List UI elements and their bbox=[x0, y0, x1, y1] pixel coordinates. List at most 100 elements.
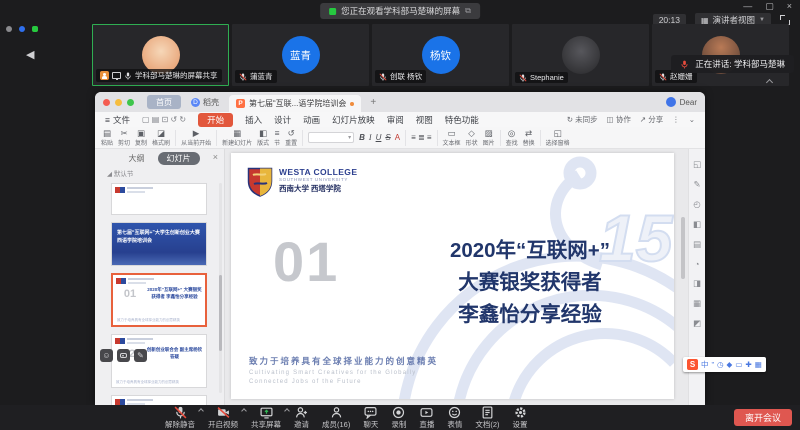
ribbon-tab-design[interactable]: 设计 bbox=[274, 114, 291, 126]
quick-access-icons[interactable]: ▢ ▤ ⊡ ↺ ↻ bbox=[142, 115, 186, 124]
voice-icon[interactable]: ◆ bbox=[727, 360, 733, 369]
mini-logo-icon bbox=[115, 187, 125, 193]
live-button[interactable]: 直播 bbox=[419, 406, 434, 430]
punctuation-icon[interactable]: ” bbox=[712, 360, 715, 369]
chat-quick-button[interactable] bbox=[117, 349, 130, 362]
wps-docer-tab[interactable]: D 稻壳 bbox=[186, 97, 224, 108]
find-button[interactable]: ◎查找 bbox=[506, 129, 518, 147]
close-button[interactable]: × bbox=[787, 1, 792, 12]
slide-thumbnail-2[interactable]: 2 第七届“互联网+”大学生创新创业大赛西语学院培训会 bbox=[111, 222, 207, 266]
sync-status[interactable]: ↻ 未同步 bbox=[567, 114, 598, 125]
ribbon-tab-special[interactable]: 特色功能 bbox=[445, 114, 479, 126]
picture-button[interactable]: ▨图片 bbox=[483, 129, 495, 147]
section-label[interactable]: ◢ 默认节 bbox=[107, 168, 224, 178]
slide-thumbnail-3-selected[interactable]: 3 01 2020年“互联网+” 大赛银奖获得者 李鑫怡分享经验 致力于培养具有… bbox=[111, 273, 207, 327]
selection-pane-button[interactable]: ◱选择窗格 bbox=[546, 129, 570, 147]
font-select[interactable]: ▾ bbox=[308, 132, 354, 143]
wps-document-tab[interactable]: P 第七届“互联...语学院培训会 bbox=[229, 95, 361, 112]
leave-meeting-button[interactable]: 离开会议 bbox=[734, 409, 792, 426]
ribbon-tab-slideshow[interactable]: 幻灯片放映 bbox=[332, 114, 375, 126]
copy-button[interactable]: ▣复制 bbox=[135, 129, 147, 147]
avatar: 蓝青 bbox=[282, 36, 320, 74]
minimize-button[interactable]: — bbox=[743, 1, 752, 12]
panel-close-button[interactable]: × bbox=[213, 152, 218, 162]
new-slide-button[interactable]: ▦新建幻灯片 bbox=[222, 129, 252, 147]
ribbon-tab-home[interactable]: 开始 bbox=[198, 113, 233, 127]
undo-panel-icon[interactable]: ◱ bbox=[693, 159, 701, 170]
share-screen-button[interactable]: 共享屏幕 bbox=[251, 406, 281, 430]
invite-button[interactable]: 邀请 bbox=[294, 406, 309, 430]
wps-home-tab[interactable]: 首页 bbox=[147, 95, 181, 109]
outline-tab[interactable]: 大纲 bbox=[120, 152, 154, 165]
play-from-current-button[interactable]: ▶从当前开始 bbox=[181, 129, 211, 147]
shapes-button[interactable]: ◇形状 bbox=[466, 129, 478, 147]
chart-icon[interactable]: ◔ bbox=[694, 259, 699, 269]
participant-tile[interactable]: 蓝青 蒲蓝青 bbox=[232, 24, 369, 86]
paste-button[interactable]: ▤粘贴 bbox=[101, 129, 113, 147]
participant-tile[interactable]: 杨钦 创联 杨钦 bbox=[372, 24, 509, 86]
skin-icon[interactable]: ✚ bbox=[745, 360, 751, 369]
history-icon[interactable]: ◴ bbox=[693, 199, 700, 210]
account-chip[interactable]: Dear bbox=[666, 97, 697, 107]
slide-thumbnail-1[interactable]: 1 bbox=[111, 183, 207, 215]
record-button[interactable]: 录制 bbox=[391, 406, 406, 430]
participant-label: 学科部马楚琳的屏幕共享 bbox=[96, 69, 222, 82]
chat-button[interactable]: 聊天 bbox=[363, 406, 378, 430]
edit-icon[interactable]: ✎ bbox=[693, 179, 700, 190]
new-tab-button[interactable]: + bbox=[370, 97, 376, 108]
properties-icon[interactable]: ◧ bbox=[693, 219, 701, 230]
chevron-up-icon[interactable] bbox=[241, 408, 247, 414]
input-method-bar[interactable]: S 中 ” ◷ ◆ ▭ ✚ ▦ bbox=[683, 357, 766, 372]
settings-button[interactable]: 设置 bbox=[513, 406, 528, 430]
textbox-button[interactable]: ▭文本框 bbox=[443, 129, 461, 147]
replace-button[interactable]: ⇄替换 bbox=[523, 129, 535, 147]
annotate-quick-button[interactable]: ✎ bbox=[134, 349, 147, 362]
panel-scrollbar[interactable] bbox=[219, 183, 222, 393]
participant-tile-screenshare[interactable]: 学科部马楚琳的屏幕共享 bbox=[92, 24, 229, 86]
mac-close-button[interactable] bbox=[103, 99, 110, 106]
participant-tile[interactable]: Stephanie bbox=[512, 24, 649, 86]
file-menu[interactable]: ≡文件 bbox=[105, 114, 130, 126]
ribbon-tab-review[interactable]: 审阅 bbox=[387, 114, 404, 126]
emoji-quick-button[interactable]: ☺ bbox=[100, 349, 113, 362]
reset-button[interactable]: ↺重置 bbox=[285, 129, 297, 147]
ribbon-tab-insert[interactable]: 插入 bbox=[245, 114, 262, 126]
chevron-up-icon[interactable] bbox=[284, 408, 290, 414]
clock-icon[interactable]: ◷ bbox=[717, 360, 724, 369]
share-button[interactable]: ↗ 分享 bbox=[640, 114, 663, 125]
more-icon[interactable]: ⋮ bbox=[672, 115, 680, 124]
collapse-ribbon-icon[interactable]: ⌄ bbox=[689, 115, 695, 124]
chevron-up-icon[interactable] bbox=[198, 408, 204, 414]
ribbon-tab-view[interactable]: 视图 bbox=[416, 114, 433, 126]
toolbox-icon[interactable]: ▦ bbox=[755, 360, 762, 369]
ribbon-tab-animation[interactable]: 动画 bbox=[303, 114, 320, 126]
mac-minimize-button[interactable] bbox=[115, 99, 122, 106]
slides-tab[interactable]: 幻灯片 bbox=[158, 152, 200, 165]
slide-thumbnail-5[interactable]: 5 03 bbox=[111, 395, 207, 405]
picture-icon: ▨ bbox=[485, 129, 493, 138]
start-video-button[interactable]: 开启视频 bbox=[208, 406, 238, 430]
panel-icon[interactable]: ◨ bbox=[693, 278, 701, 289]
brush-icon: ◪ bbox=[157, 129, 165, 138]
docs-button[interactable]: 文档(2) bbox=[475, 406, 499, 430]
editor-scrollbar[interactable] bbox=[681, 157, 685, 387]
more-tools-icon[interactable]: ◩ bbox=[693, 318, 701, 329]
chinese-mode-icon[interactable]: 中 bbox=[701, 359, 709, 370]
layout-button[interactable]: ◧版式 bbox=[257, 129, 269, 147]
emoji-button[interactable]: 表情 bbox=[447, 406, 462, 430]
current-slide[interactable]: 15 WESTA COLLEGE SOUTHWEST UNIVERSITY bbox=[231, 153, 674, 399]
maximize-button[interactable]: ▢ bbox=[765, 1, 774, 12]
section-button[interactable]: ≡节 bbox=[274, 129, 280, 147]
list-icon[interactable]: ▤ bbox=[693, 239, 701, 250]
format-painter-button[interactable]: ◪格式刷 bbox=[152, 129, 170, 147]
keyboard-icon[interactable]: ▭ bbox=[735, 360, 742, 369]
unmute-button[interactable]: 解除静音 bbox=[165, 406, 195, 430]
cut-button[interactable]: ✂剪切 bbox=[118, 129, 130, 147]
paragraph-buttons[interactable]: ≡ ≣ ≡ bbox=[411, 133, 431, 142]
grid-icon[interactable]: ▦ bbox=[693, 298, 701, 309]
members-button[interactable]: 成员(16) bbox=[322, 406, 350, 430]
collaborate-button[interactable]: ◫ 协作 bbox=[607, 114, 631, 125]
text-format-buttons[interactable]: BIUSA bbox=[359, 133, 400, 142]
strip-prev-arrow[interactable]: ◀ bbox=[26, 48, 34, 61]
mac-zoom-button[interactable] bbox=[127, 99, 134, 106]
